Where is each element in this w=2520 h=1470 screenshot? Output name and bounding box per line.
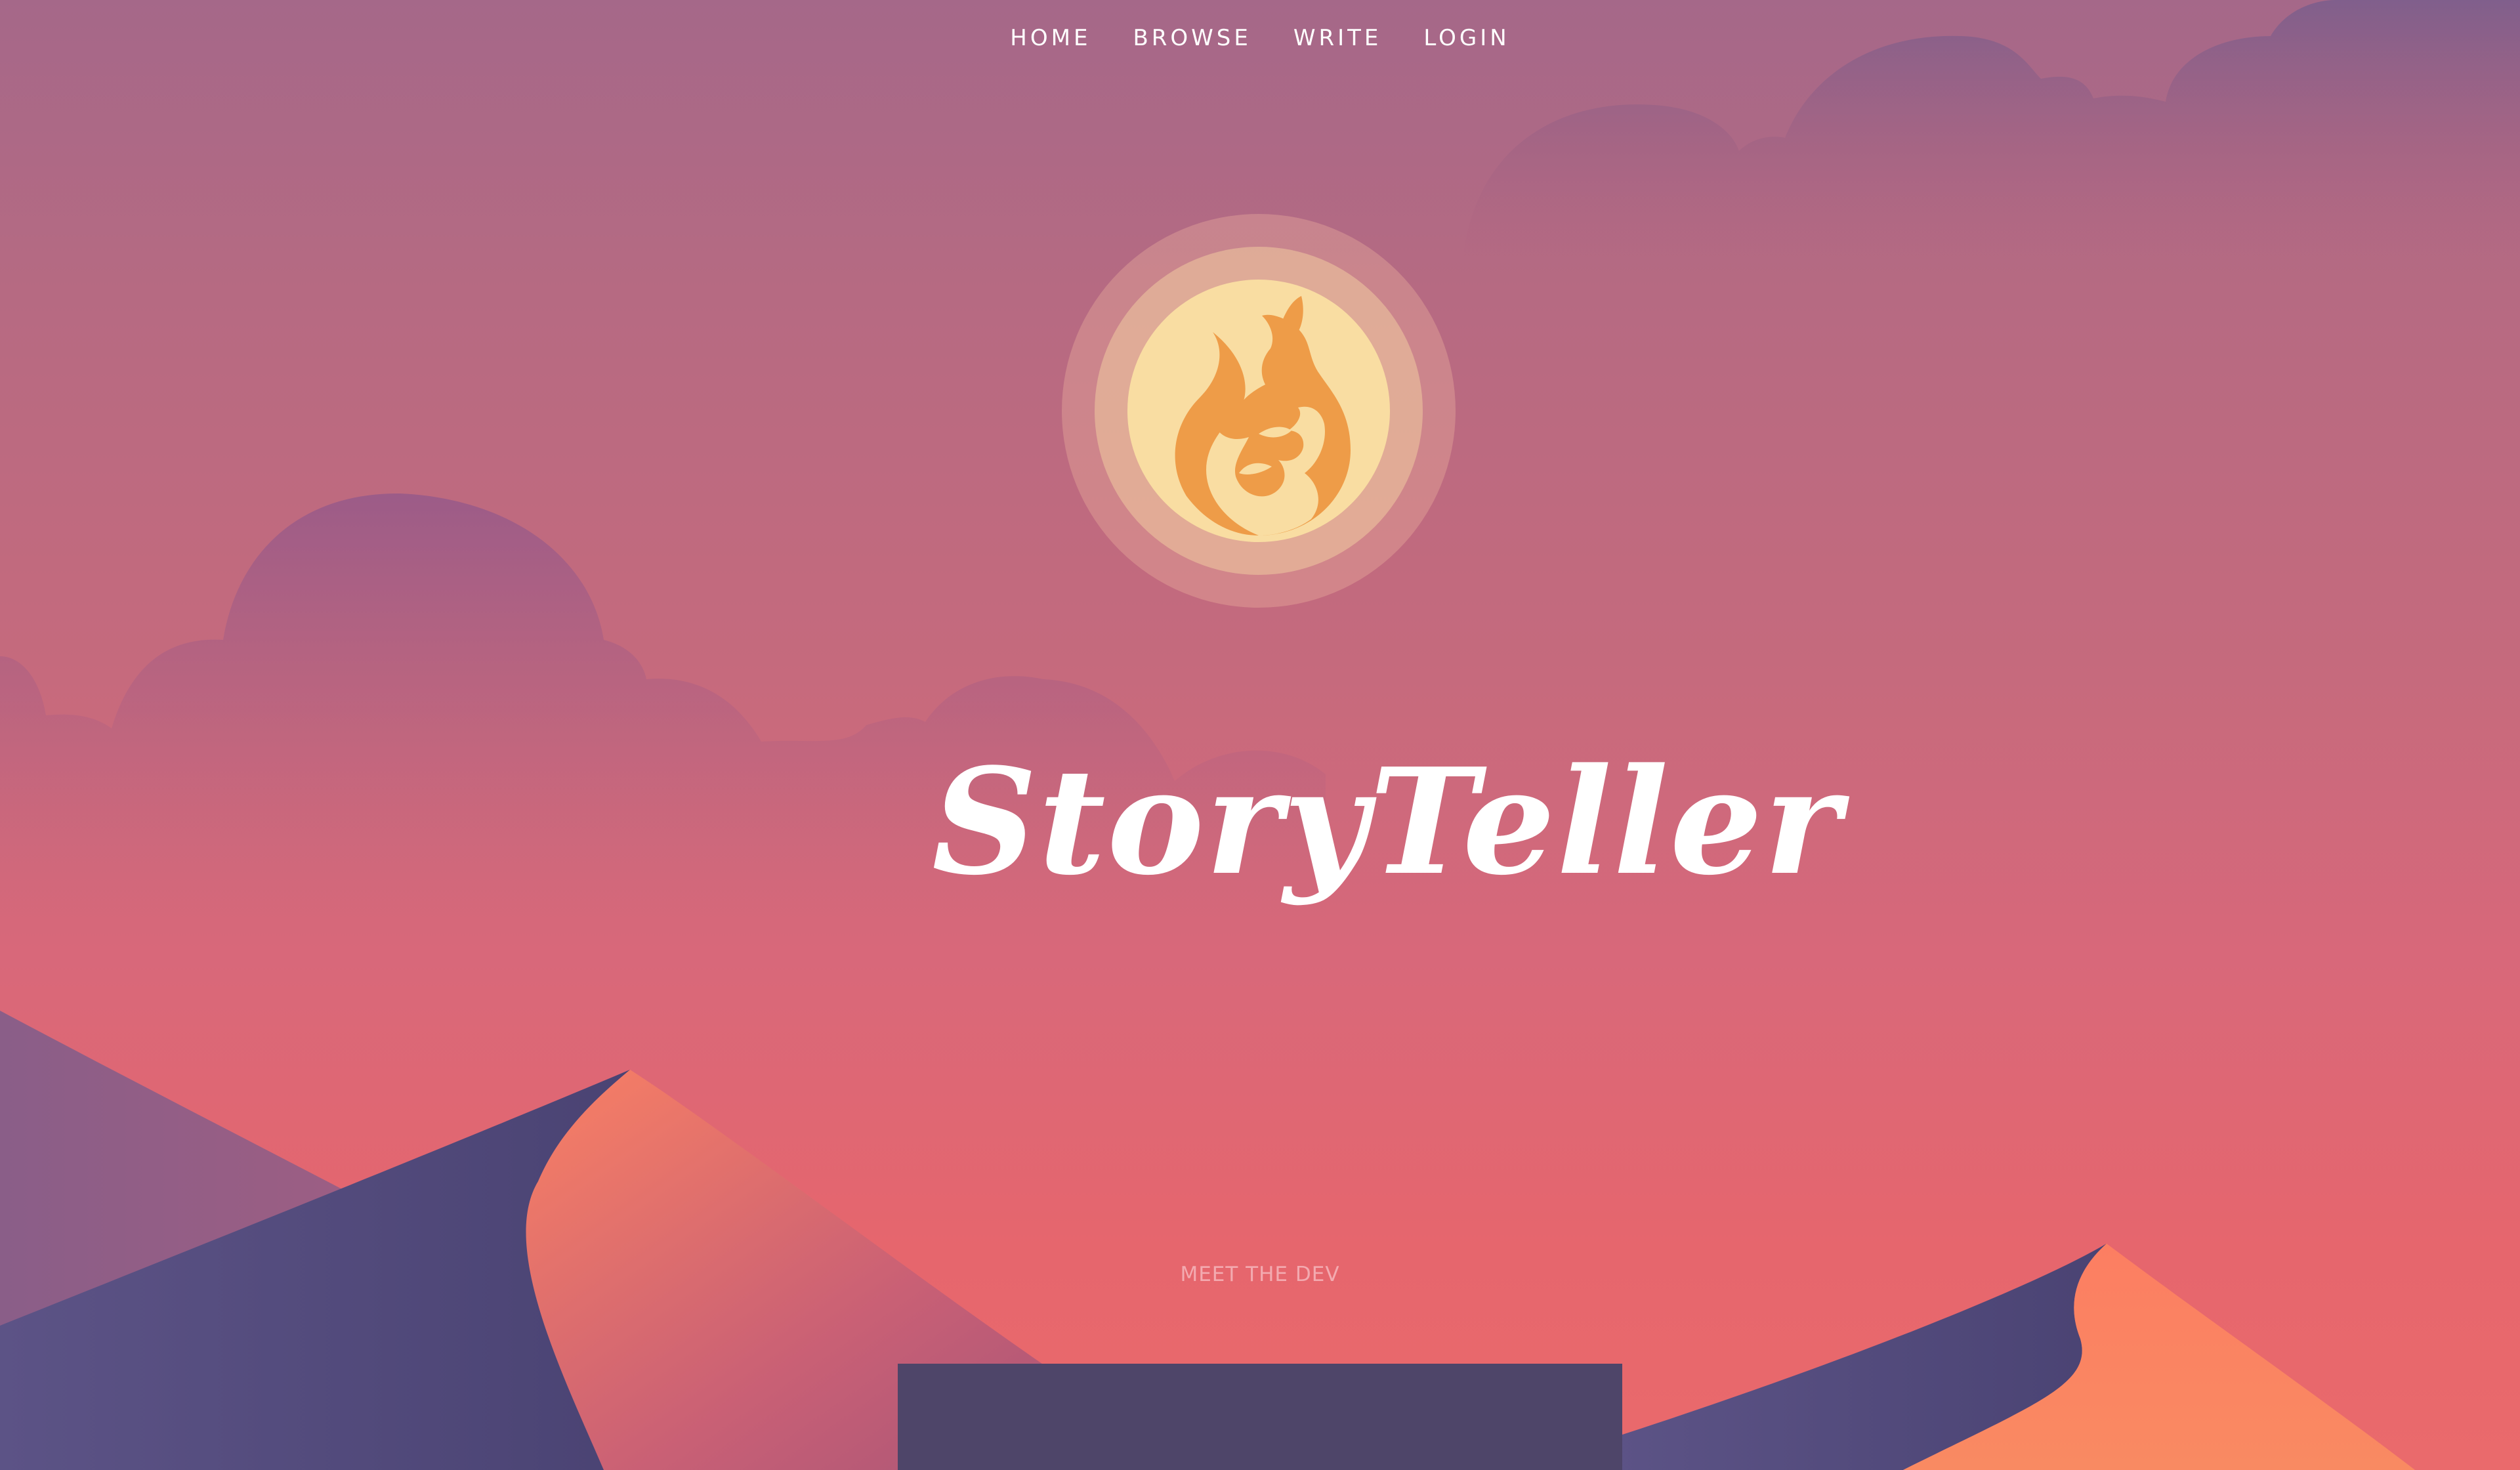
nav-browse-link[interactable]: BROWSE [1132, 25, 1251, 51]
content-panel [898, 1364, 1622, 1470]
nav-login-link[interactable]: LOGIN [1423, 25, 1510, 51]
top-nav: HOME BROWSE WRITE LOGIN [0, 25, 2520, 51]
nav-home-link[interactable]: HOME [1009, 25, 1091, 51]
fox-icon [1062, 214, 1456, 608]
site-title: StoryTeller [932, 737, 1842, 908]
meet-the-dev-link[interactable]: MEET THE DEV [0, 1263, 2520, 1286]
nav-write-link[interactable]: WRITE [1293, 25, 1383, 51]
